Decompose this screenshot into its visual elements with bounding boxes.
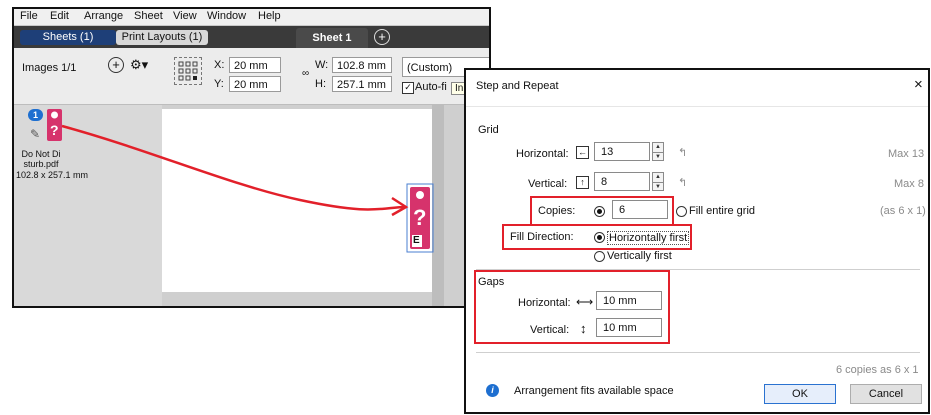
copies-input[interactable]: 6 — [612, 200, 668, 219]
copies-note: (as 6 x 1) — [880, 205, 926, 217]
grid-horizontal-max: Max 13 — [888, 148, 925, 160]
fill-grid-radio[interactable] — [676, 206, 687, 217]
grid-vertical-max: Max 8 — [894, 178, 924, 190]
grid-section-label: Grid — [478, 124, 499, 136]
gap-horizontal-label: Horizontal: — [518, 297, 571, 309]
arrow-up-icon: ↑ — [576, 176, 589, 189]
grid-vertical-input[interactable]: 8 — [594, 172, 650, 191]
grid-vertical-label: Vertical: — [528, 178, 568, 190]
vertical-arrows-icon: ↕ — [580, 321, 587, 336]
grid-vertical-stepper[interactable]: ▲ ▼ — [652, 172, 664, 191]
vertically-first-label: Vertically first — [607, 250, 672, 262]
gap-vertical-input[interactable]: 10 mm — [596, 318, 662, 337]
gap-horizontal-input[interactable]: 10 mm — [596, 291, 662, 310]
horizontal-arrows-icon: ⟷ — [576, 295, 594, 309]
reset-vertical-icon[interactable]: ↰ — [678, 176, 687, 189]
close-icon[interactable]: × — [914, 76, 923, 93]
horizontally-first-radio[interactable] — [594, 232, 605, 243]
ok-button[interactable]: OK — [764, 384, 836, 404]
vertically-first-radio[interactable] — [594, 251, 605, 262]
dialog-title: Step and Repeat — [476, 80, 559, 92]
fill-direction-label: Fill Direction: — [510, 231, 574, 243]
gaps-section-label: Gaps — [478, 276, 505, 288]
horizontally-first-label: Horizontally first — [607, 231, 690, 245]
info-icon: i — [486, 384, 499, 397]
cancel-button[interactable]: Cancel — [850, 384, 922, 404]
copies-radio[interactable] — [594, 206, 605, 217]
title-divider — [466, 106, 928, 107]
step-and-repeat-dialog: Step and Repeat × Grid Horizontal: ← 13 … — [464, 68, 930, 414]
grid-horizontal-input[interactable]: 13 — [594, 142, 650, 161]
gap-vertical-label: Vertical: — [530, 324, 570, 336]
summary-text: 6 copies as 6 x 1 — [836, 364, 919, 376]
footer-divider — [476, 352, 920, 353]
arrow-left-icon: ← — [576, 146, 589, 159]
grid-horizontal-stepper[interactable]: ▲ ▼ — [652, 142, 664, 161]
grid-horizontal-label: Horizontal: — [516, 148, 569, 160]
fill-grid-label: Fill entire grid — [689, 205, 756, 217]
reset-horizontal-icon[interactable]: ↰ — [678, 146, 687, 159]
status-text: Arrangement fits available space — [514, 385, 674, 397]
copies-label: Copies: — [538, 205, 576, 217]
